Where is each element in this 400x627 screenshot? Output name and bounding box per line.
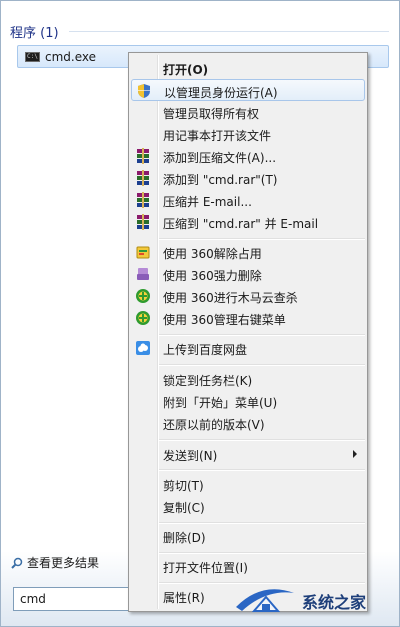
uac-shield-icon xyxy=(136,83,152,99)
menu-item-cut[interactable]: 剪切(T) xyxy=(131,473,365,495)
menu-item-label: 删除(D) xyxy=(163,531,206,545)
search-icon xyxy=(11,557,23,569)
menu-item-label: 剪切(T) xyxy=(163,479,204,493)
menu-item-label: 添加到 "cmd.rar"(T) xyxy=(163,173,278,187)
see-more-results-link[interactable]: 查看更多结果 xyxy=(11,554,99,571)
menu-item-label: 锁定到任务栏(K) xyxy=(163,374,253,388)
menu-item-add-to-archive[interactable]: 添加到压缩文件(A)... xyxy=(131,145,365,167)
360-unlock-icon xyxy=(135,244,151,260)
360-scan-icon xyxy=(135,288,151,304)
watermark-text: 系统之家 xyxy=(302,593,367,612)
menu-item-label: 管理员取得所有权 xyxy=(163,107,260,121)
menu-item-label: 发送到(N) xyxy=(163,449,218,463)
menu-item-open[interactable]: 打开(O) xyxy=(131,57,365,79)
menu-item-label: 压缩并 E-mail... xyxy=(163,195,252,209)
winrar-icon xyxy=(135,214,151,230)
menu-separator xyxy=(159,439,365,441)
search-input[interactable]: cmd xyxy=(13,587,137,611)
cmd-icon: C:\ xyxy=(25,52,40,62)
winrar-icon xyxy=(135,148,151,164)
menu-item-label: 附到「开始」菜单(U) xyxy=(163,396,278,410)
submenu-arrow-icon xyxy=(353,450,357,458)
menu-item-add-to-cmd-rar[interactable]: 添加到 "cmd.rar"(T) xyxy=(131,167,365,189)
menu-item-label: 用记事本打开该文件 xyxy=(163,129,272,143)
winrar-icon xyxy=(135,170,151,186)
menu-item-run-as-admin[interactable]: 以管理员身份运行(A) xyxy=(131,79,365,101)
menu-item-compress-and-email[interactable]: 压缩并 E-mail... xyxy=(131,189,365,211)
see-more-label: 查看更多结果 xyxy=(27,556,100,570)
menu-item-label: 上传到百度网盘 xyxy=(163,343,248,357)
section-title-programs: 程序 (1) xyxy=(10,26,59,41)
menu-item-label: 使用 360强力删除 xyxy=(163,269,262,283)
menu-item-label: 复制(C) xyxy=(163,501,205,515)
menu-separator xyxy=(159,552,365,554)
search-result-label: cmd.exe xyxy=(45,50,97,64)
menu-item-label: 使用 360解除占用 xyxy=(163,247,262,261)
menu-item-360-unlock[interactable]: 使用 360解除占用 xyxy=(131,241,365,263)
menu-item-send-to[interactable]: 发送到(N) xyxy=(131,443,365,465)
menu-separator xyxy=(159,364,365,366)
menu-item-360-manage-menu[interactable]: 使用 360管理右键菜单 xyxy=(131,307,365,329)
baidu-cloud-icon xyxy=(135,340,151,356)
menu-separator xyxy=(159,334,365,336)
menu-item-open-with-notepad[interactable]: 用记事本打开该文件 xyxy=(131,123,365,145)
menu-item-pin-start[interactable]: 附到「开始」菜单(U) xyxy=(131,390,365,412)
menu-item-label: 使用 360进行木马云查杀 xyxy=(163,291,298,305)
watermark-logo-icon xyxy=(232,577,298,617)
menu-item-pin-taskbar[interactable]: 锁定到任务栏(K) xyxy=(131,368,365,390)
watermark: 系统之家 xyxy=(232,571,400,627)
menu-item-label: 压缩到 "cmd.rar" 并 E-mail xyxy=(163,217,319,231)
menu-item-360-trojan-scan[interactable]: 使用 360进行木马云查杀 xyxy=(131,285,365,307)
menu-item-label: 使用 360管理右键菜单 xyxy=(163,313,286,327)
menu-separator xyxy=(159,238,365,240)
menu-item-upload-baidu[interactable]: 上传到百度网盘 xyxy=(131,337,365,359)
menu-item-copy[interactable]: 复制(C) xyxy=(131,495,365,517)
menu-item-label: 属性(R) xyxy=(163,591,205,605)
menu-item-label: 打开(O) xyxy=(163,63,209,77)
menu-item-label: 还原以前的版本(V) xyxy=(163,418,265,432)
section-divider xyxy=(69,31,389,32)
context-menu: 打开(O) 以管理员身份运行(A) 管理员取得所有权 用记事本打开该文件 添加到… xyxy=(128,52,368,612)
360-shred-icon xyxy=(135,266,151,282)
menu-item-label: 以管理员身份运行(A) xyxy=(164,86,278,100)
menu-item-compress-to-cmd-rar-email[interactable]: 压缩到 "cmd.rar" 并 E-mail xyxy=(131,211,365,233)
menu-item-label: 添加到压缩文件(A)... xyxy=(163,151,277,165)
winrar-icon xyxy=(135,192,151,208)
menu-separator xyxy=(159,522,365,524)
menu-item-delete[interactable]: 删除(D) xyxy=(131,525,365,547)
menu-separator xyxy=(159,469,365,471)
menu-item-360-force-delete[interactable]: 使用 360强力删除 xyxy=(131,263,365,285)
menu-item-restore-versions[interactable]: 还原以前的版本(V) xyxy=(131,412,365,434)
360-menu-icon xyxy=(135,310,151,326)
menu-item-take-ownership[interactable]: 管理员取得所有权 xyxy=(131,101,365,123)
